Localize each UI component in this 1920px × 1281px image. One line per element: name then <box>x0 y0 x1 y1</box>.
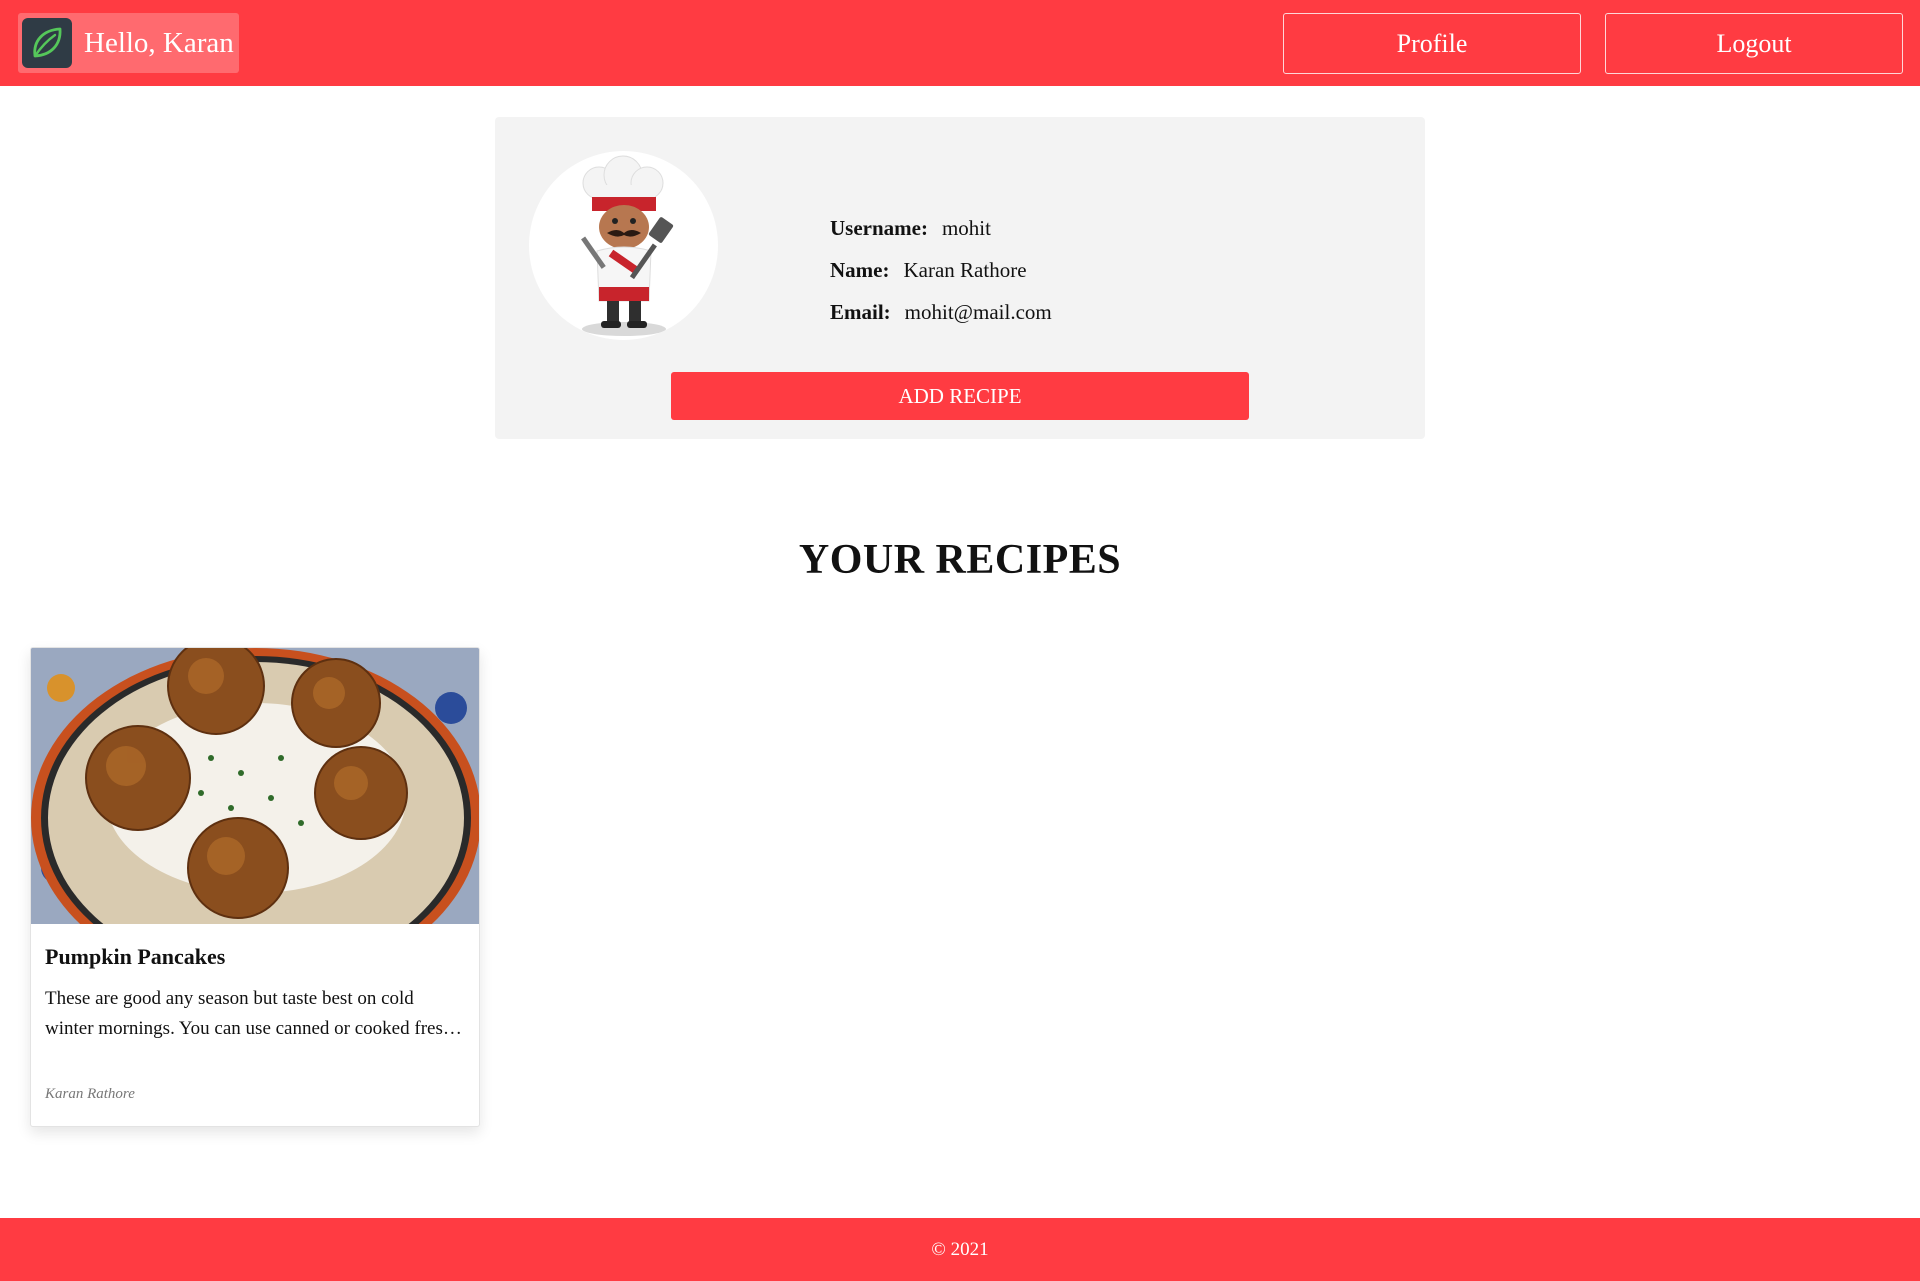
greeting-text: Hello, Karan <box>84 26 234 59</box>
email-value: mohit@mail.com <box>904 299 1052 324</box>
leaf-icon <box>22 18 72 68</box>
profile-button[interactable]: Profile <box>1283 13 1581 74</box>
email-row: Email: mohit@mail.com <box>830 291 1052 333</box>
falafel-plate-image <box>31 648 479 924</box>
username-value: mohit <box>941 215 991 240</box>
footer: © 2021 <box>0 1218 1920 1281</box>
username-label: Username: <box>830 215 928 240</box>
name-value: Karan Rathore <box>903 257 1027 282</box>
recipe-author: Karan Rathore <box>45 1086 135 1102</box>
chef-avatar <box>529 151 718 340</box>
profile-info: Username: mohit Name: Karan Rathore Emai… <box>830 207 1052 333</box>
logout-button[interactable]: Logout <box>1605 13 1903 74</box>
recipe-title: Pumpkin Pancakes <box>45 944 226 969</box>
your-recipes-heading: YOUR RECIPES <box>798 537 1122 583</box>
email-label: Email: <box>830 299 891 324</box>
top-navbar: Hello, Karan Profile Logout <box>0 0 1920 86</box>
profile-card: Username: mohit Name: Karan Rathore Emai… <box>495 117 1425 439</box>
add-recipe-button[interactable]: ADD RECIPE <box>671 372 1249 420</box>
recipe-description: These are good any season but taste best… <box>45 988 462 1039</box>
username-row: Username: mohit <box>830 207 1052 249</box>
name-label: Name: <box>830 257 890 282</box>
recipe-card[interactable]: Pumpkin Pancakes These are good any seas… <box>30 647 480 1127</box>
name-row: Name: Karan Rathore <box>830 249 1052 291</box>
footer-copyright: © 2021 <box>931 1238 989 1260</box>
brand-greeting-link[interactable]: Hello, Karan <box>18 13 239 73</box>
